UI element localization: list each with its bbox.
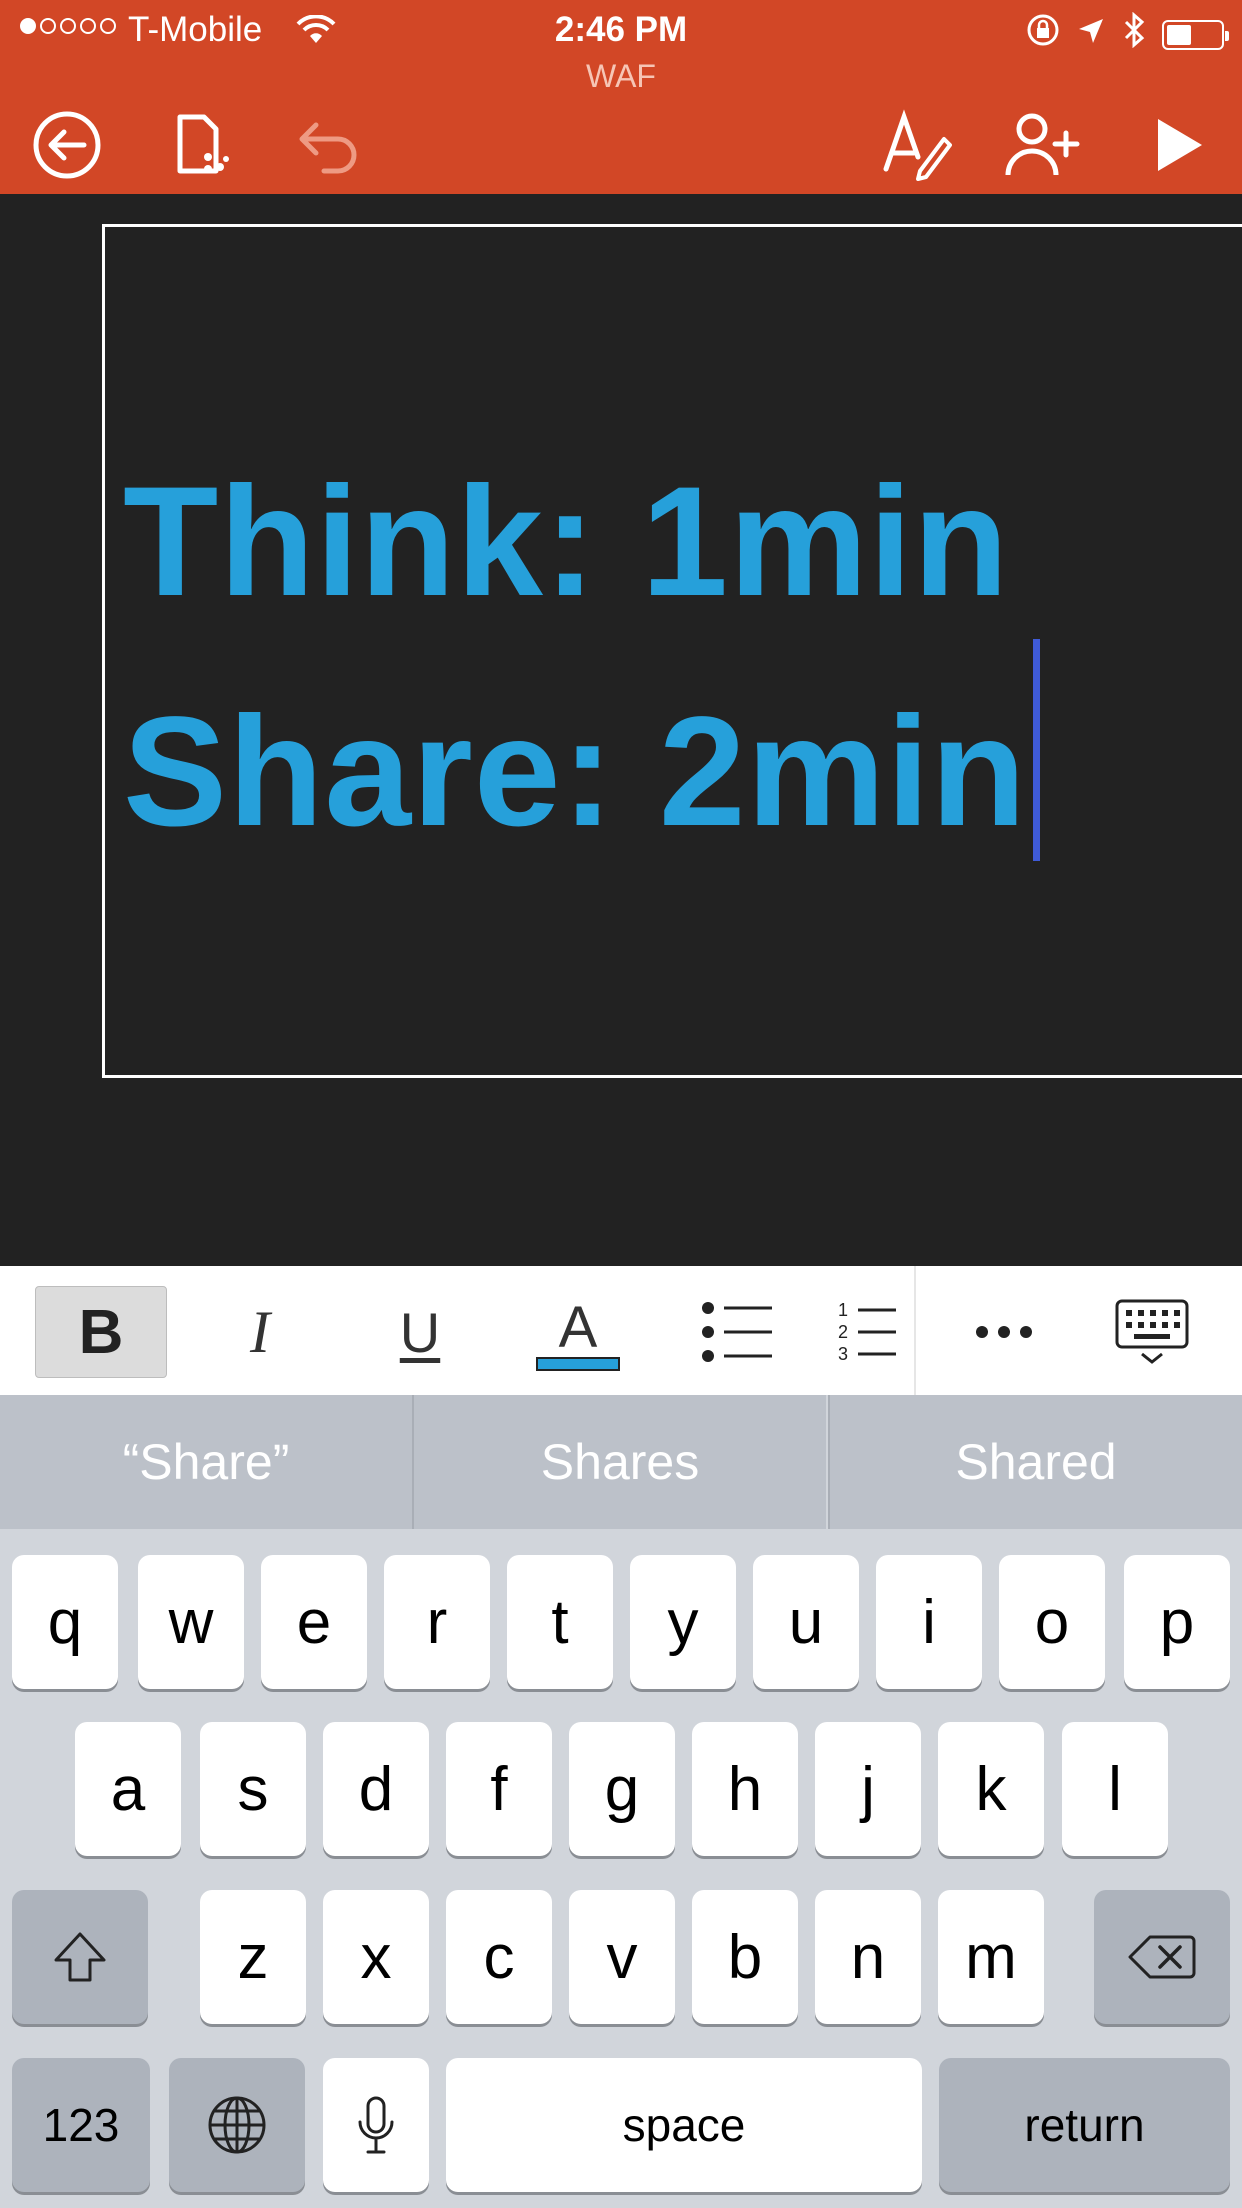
more-options-button[interactable] bbox=[938, 1286, 1070, 1378]
key-s[interactable]: s bbox=[200, 1722, 306, 1856]
underline-button[interactable]: U bbox=[354, 1286, 486, 1378]
bullet-list-icon bbox=[702, 1302, 772, 1362]
share-button[interactable] bbox=[1004, 105, 1084, 185]
key-v[interactable]: v bbox=[569, 1890, 675, 2024]
key-c[interactable]: c bbox=[446, 1890, 552, 2024]
key-m[interactable]: m bbox=[938, 1890, 1044, 2024]
key-w[interactable]: w bbox=[138, 1555, 244, 1689]
italic-button[interactable]: I bbox=[194, 1286, 326, 1378]
font-color-swatch bbox=[536, 1356, 620, 1371]
numbered-list-button[interactable]: 1 2 3 bbox=[836, 1286, 916, 1378]
space-key[interactable]: space bbox=[446, 2058, 922, 2192]
suggestion-1[interactable]: “Share” bbox=[0, 1395, 412, 1529]
microphone-icon bbox=[358, 2096, 394, 2154]
suggestion-2[interactable]: Shares bbox=[414, 1395, 826, 1529]
slide-canvas[interactable]: Think: 1min Share: 2min bbox=[102, 224, 1242, 1078]
key-k[interactable]: k bbox=[938, 1722, 1044, 1856]
key-z[interactable]: z bbox=[200, 1890, 306, 2024]
key-q[interactable]: q bbox=[12, 1555, 118, 1689]
back-button[interactable] bbox=[27, 105, 107, 185]
text-format-icon bbox=[883, 109, 952, 181]
more-icon bbox=[976, 1326, 1032, 1338]
bold-button[interactable]: B bbox=[35, 1286, 167, 1378]
shift-key[interactable] bbox=[12, 1890, 148, 2024]
text-caret bbox=[1032, 639, 1040, 861]
undo-icon bbox=[299, 122, 357, 174]
battery-icon bbox=[1162, 19, 1229, 50]
svg-text:1: 1 bbox=[838, 1300, 848, 1320]
present-button[interactable] bbox=[1138, 105, 1218, 185]
bullet-list-button[interactable] bbox=[672, 1286, 804, 1378]
svg-text:2: 2 bbox=[838, 1322, 848, 1342]
key-l[interactable]: l bbox=[1062, 1722, 1168, 1856]
bluetooth-icon bbox=[1122, 11, 1146, 57]
key-f[interactable]: f bbox=[446, 1722, 552, 1856]
slide-text-line-2: Share: 2min bbox=[123, 685, 1027, 859]
delete-key[interactable] bbox=[1094, 1890, 1230, 2024]
key-j[interactable]: j bbox=[815, 1722, 921, 1856]
status-bar: T-Mobile 2:46 PM bbox=[0, 0, 1242, 60]
orientation-lock-icon bbox=[1026, 13, 1060, 56]
location-icon bbox=[1076, 15, 1106, 55]
file-button[interactable] bbox=[160, 105, 240, 185]
slide-text-box[interactable]: Think: 1min Share: 2min bbox=[123, 445, 1040, 869]
key-i[interactable]: i bbox=[876, 1555, 982, 1689]
keyboard-dismiss-icon bbox=[1115, 1299, 1189, 1364]
key-g[interactable]: g bbox=[569, 1722, 675, 1856]
svg-text:3: 3 bbox=[838, 1344, 848, 1364]
numbered-list-icon: 1 2 3 bbox=[838, 1300, 896, 1364]
font-color-letter: A bbox=[558, 1294, 598, 1360]
key-p[interactable]: p bbox=[1124, 1555, 1230, 1689]
font-color-button[interactable]: A bbox=[512, 1286, 644, 1378]
return-key[interactable]: return bbox=[939, 2058, 1230, 2192]
suggestion-3[interactable]: Shared bbox=[830, 1395, 1242, 1529]
on-screen-keyboard: “Share” Shares Shared q w e r t y u i o … bbox=[0, 1395, 1242, 2208]
hide-keyboard-button[interactable] bbox=[1086, 1286, 1218, 1378]
undo-button[interactable] bbox=[288, 105, 368, 185]
share-add-person-icon bbox=[1005, 113, 1080, 176]
globe-icon bbox=[208, 2096, 266, 2154]
key-u[interactable]: u bbox=[753, 1555, 859, 1689]
format-toolbar: B I U A 1 2 3 bbox=[0, 1266, 1242, 1395]
key-r[interactable]: r bbox=[384, 1555, 490, 1689]
key-d[interactable]: d bbox=[323, 1722, 429, 1856]
key-o[interactable]: o bbox=[999, 1555, 1105, 1689]
play-icon bbox=[1158, 119, 1202, 171]
numbers-key[interactable]: 123 bbox=[12, 2058, 150, 2192]
backspace-icon bbox=[1128, 1935, 1196, 1979]
file-icon bbox=[177, 114, 229, 174]
text-format-button[interactable] bbox=[876, 105, 956, 185]
key-x[interactable]: x bbox=[323, 1890, 429, 2024]
shift-icon bbox=[54, 1932, 106, 1982]
key-n[interactable]: n bbox=[815, 1890, 921, 2024]
app-window: T-Mobile 2:46 PM WAF Think: 1min Share: … bbox=[0, 0, 1242, 2208]
toolbar-divider bbox=[914, 1266, 916, 1395]
app-header: T-Mobile 2:46 PM WAF bbox=[0, 0, 1242, 194]
globe-key[interactable] bbox=[169, 2058, 305, 2192]
back-icon bbox=[33, 111, 101, 179]
dictation-key[interactable] bbox=[323, 2058, 429, 2192]
key-h[interactable]: h bbox=[692, 1722, 798, 1856]
key-a[interactable]: a bbox=[75, 1722, 181, 1856]
slide-text-line-1: Think: 1min bbox=[123, 455, 1010, 629]
key-b[interactable]: b bbox=[692, 1890, 798, 2024]
key-y[interactable]: y bbox=[630, 1555, 736, 1689]
document-title: WAF bbox=[586, 58, 656, 94]
key-t[interactable]: t bbox=[507, 1555, 613, 1689]
key-e[interactable]: e bbox=[261, 1555, 367, 1689]
